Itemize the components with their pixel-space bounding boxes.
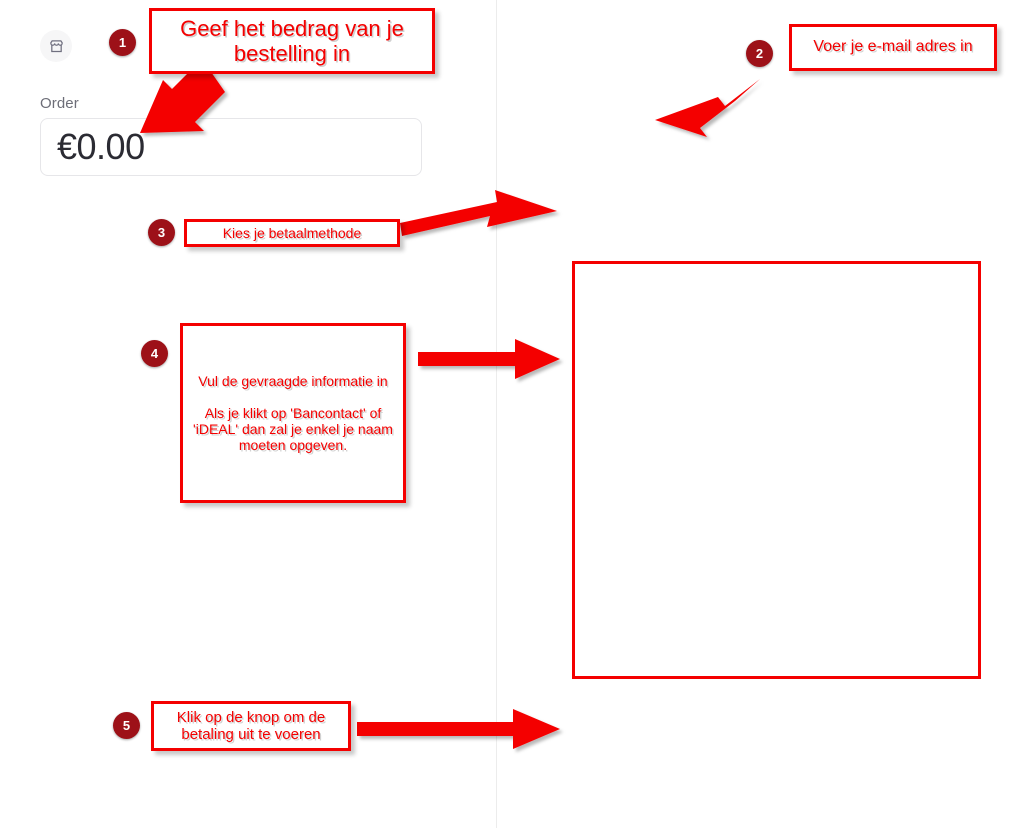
order-label: Order [40,95,79,112]
order-summary-pane: Order €0.00 [0,0,497,828]
order-amount-field[interactable]: €0.00 [40,118,422,176]
merchant-store-icon [40,30,72,62]
checkout-form-pane: Contact information Email Payment method… [498,0,1022,828]
order-amount-value: €0.00 [57,126,145,167]
